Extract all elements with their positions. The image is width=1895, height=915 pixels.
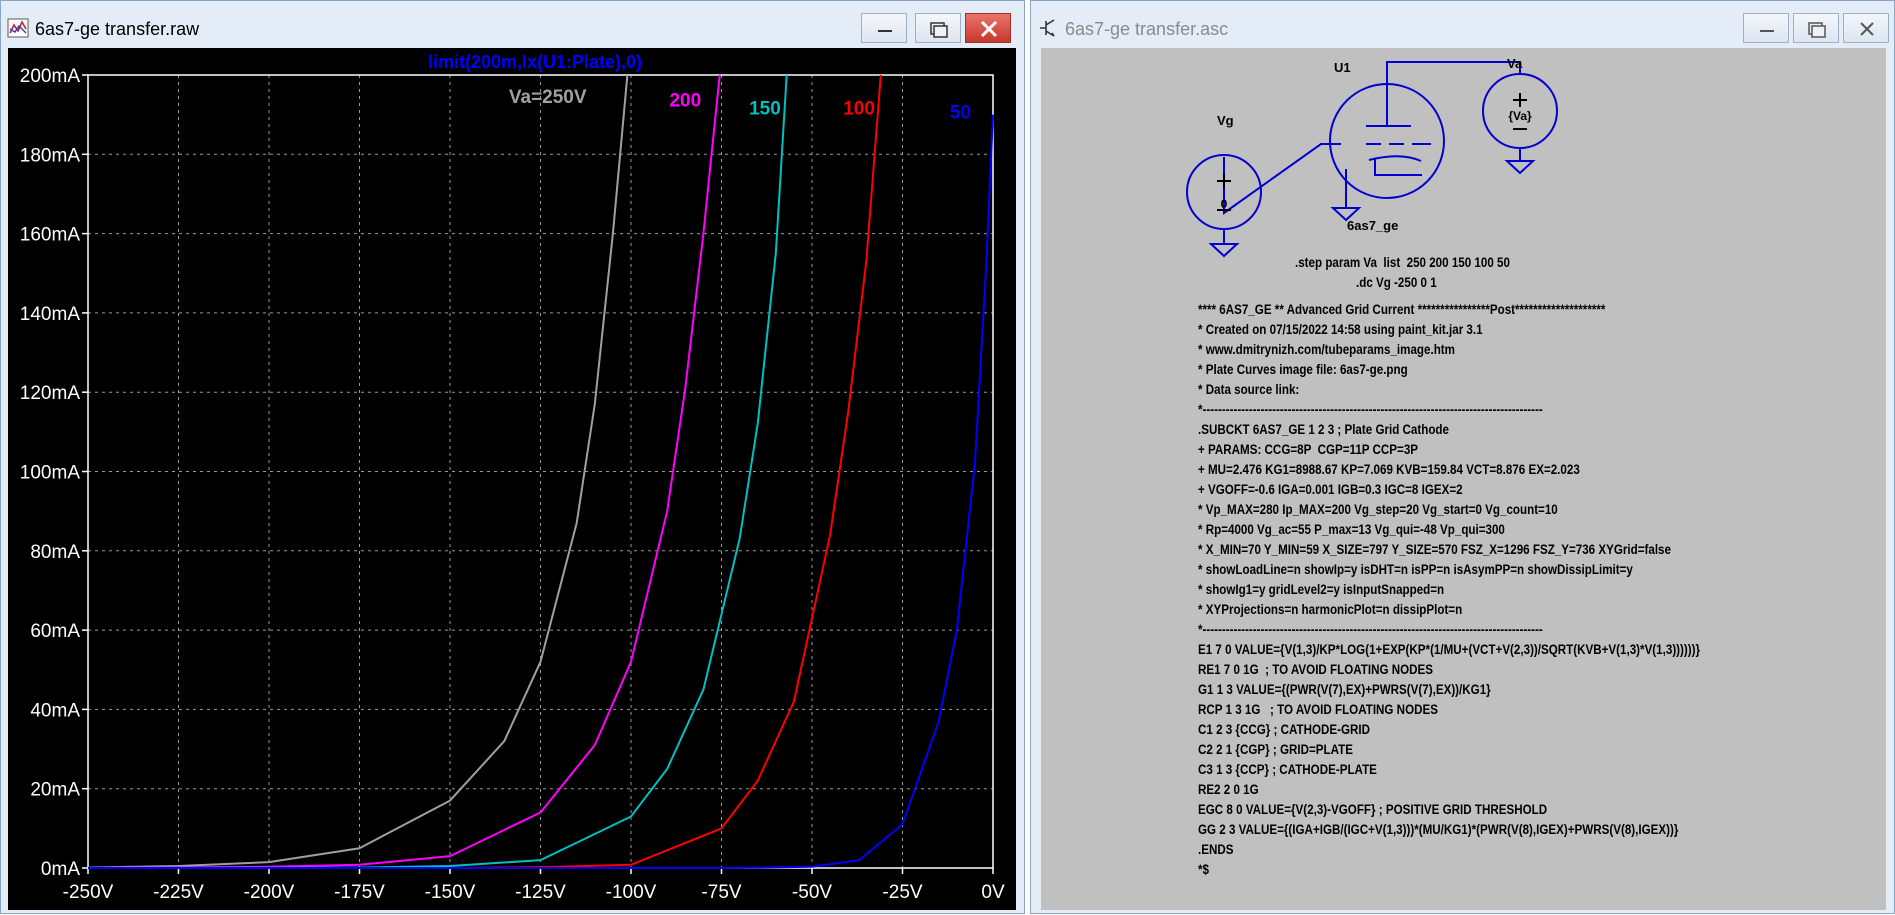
netlist-line: C1 2 3 {CCG} ; CATHODE-GRID — [1198, 722, 1371, 737]
netlist-line: * showLoadLine=n showIp=y isDHT=n isPP=n… — [1198, 562, 1633, 577]
curve-trace[interactable] — [87, 74, 629, 869]
va-label[interactable]: Va — [1507, 56, 1523, 71]
restore-icon — [930, 22, 948, 38]
plot-area[interactable]: limit(200m,Ix(U1:Plate),0) -250V -225V -20… — [8, 48, 1016, 910]
y-tick-label[interactable]: 60mA — [30, 621, 80, 642]
maximize-button[interactable] — [915, 13, 961, 43]
netlist-line: * X_MIN=70 Y_MIN=59 X_SIZE=797 Y_SIZE=57… — [1198, 542, 1671, 557]
va-value-label[interactable]: {Va} — [1508, 109, 1532, 123]
netlist-line: * Plate Curves image file: 6as7-ge.png — [1198, 362, 1408, 377]
y-tick-label[interactable]: 100mA — [20, 463, 81, 484]
netlist-line: C3 1 3 {CCP} ; CATHODE-PLATE — [1198, 762, 1377, 777]
y-tick-label[interactable]: 40mA — [30, 700, 80, 721]
y-tick-label[interactable]: 200mA — [20, 66, 81, 87]
close-button[interactable] — [965, 13, 1011, 43]
schematic-window-title: 6as7-ge transfer.asc — [1065, 19, 1229, 39]
curve-label[interactable]: 100 — [843, 99, 875, 120]
schematic-editor-icon — [1040, 19, 1055, 37]
schematic-canvas[interactable]: U1 Va Vg {Va} 0 6as7_ge .step param Va l… — [1041, 48, 1886, 910]
netlist-line: *$ — [1198, 862, 1209, 877]
netlist-line: + MU=2.476 KG1=8988.67 KP=7.069 KVB=159.… — [1198, 462, 1580, 477]
y-tick-label[interactable]: 120mA — [20, 383, 81, 404]
minimize-icon — [878, 30, 892, 32]
close-icon — [1860, 22, 1874, 36]
restore-icon — [1808, 22, 1826, 38]
netlist-line: G1 1 3 VALUE={(PWR(V(7),EX)+PWRS(V(7),EX… — [1198, 682, 1491, 697]
x-tick-label[interactable]: -75V — [701, 882, 741, 903]
x-tick-label[interactable]: -225V — [153, 882, 204, 903]
close-icon — [980, 20, 998, 38]
minimize-button[interactable] — [861, 13, 907, 43]
y-tick-label[interactable]: 80mA — [30, 542, 80, 563]
transfer-chart: limit(200m,Ix(U1:Plate),0) -250V -225V -20… — [20, 52, 1005, 903]
netlist-line: * Rp=4000 Vg_ac=55 P_max=13 Vg_qui=-48 V… — [1198, 522, 1505, 537]
x-tick-label[interactable]: -250V — [63, 882, 114, 903]
vg-label[interactable]: Vg — [1217, 113, 1234, 128]
netlist-line: .ENDS — [1198, 842, 1234, 857]
dc-directive[interactable]: .dc Vg -250 0 1 — [1356, 275, 1437, 290]
netlist-line: * Vp_MAX=280 Ip_MAX=200 Vg_step=20 Vg_st… — [1198, 502, 1558, 517]
plot-window[interactable]: 6as7-ge transfer.raw limit(200m,Ix(U1:Pl… — [0, 0, 1025, 914]
x-tick-label[interactable]: -150V — [425, 882, 476, 903]
wire-vg-grid — [1223, 143, 1341, 215]
x-tick-label[interactable]: -25V — [882, 882, 922, 903]
tube-model-label[interactable]: 6as7_ge — [1347, 218, 1398, 233]
x-tick-label[interactable]: -125V — [515, 882, 566, 903]
schematic-window-titlebar[interactable]: 6as7-ge transfer.asc — [1031, 1, 1894, 47]
x-tick-label[interactable]: -100V — [606, 882, 657, 903]
x-tick-label[interactable]: -50V — [792, 882, 832, 903]
netlist-line: *---------------------------------------… — [1198, 402, 1543, 417]
netlist-line: * www.dmitrynizh.com/tubeparams_image.ht… — [1198, 342, 1455, 357]
netlist-line: C2 2 1 {CGP} ; GRID=PLATE — [1198, 742, 1353, 757]
waveform-viewer-icon — [7, 18, 29, 38]
netlist-line: * Created on 07/15/2022 14:58 using pain… — [1198, 322, 1483, 337]
netlist-line: * XYProjections=n harmonicPlot=n dissipP… — [1198, 602, 1463, 617]
netlist-line: .SUBCKT 6AS7_GE 1 2 3 ; Plate Grid Catho… — [1198, 422, 1449, 437]
plot-window-titlebar[interactable]: 6as7-ge transfer.raw — [1, 1, 1024, 47]
x-tick-label[interactable]: -175V — [334, 882, 385, 903]
y-tick-label[interactable]: 0mA — [41, 859, 80, 880]
schematic-close-button[interactable] — [1843, 13, 1889, 43]
curve-label[interactable]: 150 — [749, 99, 781, 120]
curve-trace[interactable] — [87, 74, 788, 869]
va-ground-symbol — [1504, 160, 1536, 175]
y-tick-label[interactable]: 140mA — [20, 304, 81, 325]
curve-label[interactable]: 50 — [950, 103, 971, 124]
curve-label[interactable]: 200 — [669, 91, 701, 112]
netlist-line: RE2 2 0 1G — [1198, 782, 1259, 797]
netlist-line: *---------------------------------------… — [1198, 622, 1543, 637]
y-tick-label[interactable]: 160mA — [20, 225, 81, 246]
netlist-line: RE1 7 0 1G ; TO AVOID FLOATING NODES — [1198, 662, 1434, 677]
netlist-line: **** 6AS7_GE ** Advanced Grid Current **… — [1198, 302, 1606, 317]
vg-value-label[interactable]: 0 — [1221, 197, 1228, 211]
netlist-line: RCP 1 3 1G ; TO AVOID FLOATING NODES — [1198, 702, 1438, 717]
vg-ground-symbol — [1208, 243, 1240, 258]
x-tick-label[interactable]: -200V — [244, 882, 295, 903]
netlist-line: * showIg1=y gridLevel2=y isInputSnapped=… — [1198, 582, 1445, 597]
y-tick-label[interactable]: 180mA — [20, 145, 81, 166]
netlist-line: * Data source link: — [1198, 382, 1300, 397]
schematic-minimize-button[interactable] — [1743, 13, 1789, 43]
trace-expression[interactable]: limit(200m,Ix(U1:Plate),0) — [428, 52, 642, 72]
y-tick-label[interactable]: 20mA — [30, 780, 80, 801]
circuit-diagram: U1 Va Vg {Va} 0 6as7_ge — [1186, 56, 1558, 258]
netlist-line: + VGOFF=-0.6 IGA=0.001 IGB=0.3 IGC=8 IGE… — [1198, 482, 1463, 497]
netlist-line: GG 2 3 VALUE={(IGA+IGB/(IGC+V(1,3)))*(MU… — [1198, 822, 1679, 837]
netlist-line: EGC 8 0 VALUE={V(2,3)-VGOFF} ; POSITIVE … — [1198, 802, 1548, 817]
x-tick-label[interactable]: 0V — [981, 882, 1005, 903]
netlist-line: E1 7 0 VALUE={V(1,3)/KP*LOG(1+EXP(KP*(1/… — [1198, 642, 1701, 657]
schematic-window[interactable]: 6as7-ge transfer.asc U1 Va Vg {Va} 0 6as… — [1030, 0, 1895, 914]
netlist-line: + PARAMS: CCG=8P CGP=11P CCP=3P — [1198, 442, 1419, 457]
tube-refdes-label[interactable]: U1 — [1334, 60, 1351, 75]
minimize-icon — [1760, 30, 1774, 32]
step-directive[interactable]: .step param Va list 250 200 150 100 50 — [1295, 255, 1510, 270]
schematic-maximize-button[interactable] — [1793, 13, 1839, 43]
plot-window-title: 6as7-ge transfer.raw — [35, 19, 200, 39]
curve-label[interactable]: Va=250V — [509, 87, 587, 108]
